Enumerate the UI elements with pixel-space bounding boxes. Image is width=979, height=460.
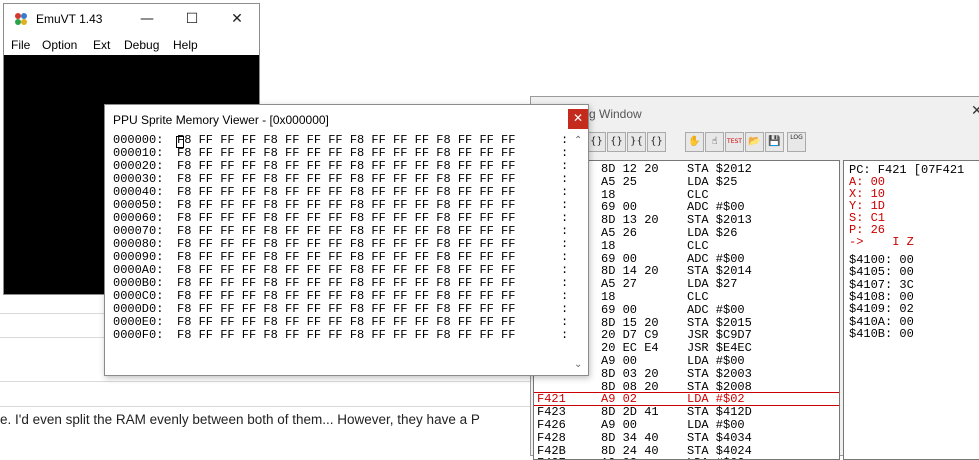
hand-stop-icon[interactable]: ✋ [685,132,704,152]
scroll-down-icon[interactable]: ⌄ [574,359,582,370]
pointer-icon[interactable]: ☝ [705,132,724,152]
ppu-scrollbar[interactable]: ⌃ ⌄ [571,135,588,375]
hex-row-hex: F8 FF FF FF F8 FF FF FF F8 FF FF FF F8 F… [177,328,516,342]
memory-watch-entry: $4108: 00 [849,289,914,304]
status-flags: -> I Z [849,235,914,249]
memory-watch-entry: $4100: 00 [849,253,914,267]
disassembly-addr: F428 [537,430,566,445]
minimize-button[interactable]: — [125,8,169,30]
disassembly-bytes: 69 00 [601,302,638,317]
hex-row-addr: 0000F0: [113,328,164,342]
memory-watch-entry: $410B: 00 [849,326,914,341]
emuvt-menu-bar: File Option Ext Debug Help [4,34,259,56]
register-panel: PC: F421 [07F421 A: 00 X: 10 Y: 1D S: C1… [843,160,979,460]
disassembly-bytes: A5 25 [601,174,638,189]
emuvt-title: EmuVT 1.43 [36,12,103,26]
memory-watch-entry: $4107: 3C [849,277,914,292]
ppu-close-button[interactable]: ✕ [568,109,588,129]
disassembly-bytes: 18 [601,238,616,253]
debug-window-title: g Window [589,107,642,121]
ppu-viewer-title: PPU Sprite Memory Viewer - [0x000000] [113,113,329,127]
step-out-button[interactable]: }{ [627,132,646,152]
disassembly-ins: STA $2003 [687,366,752,381]
emuvt-title-bar[interactable]: EmuVT 1.43 — ☐ ✕ [4,4,259,34]
menu-ext[interactable]: Ext [93,38,110,52]
edit-cursor [176,136,184,148]
maximize-button[interactable]: ☐ [170,8,214,30]
emuvt-app-icon [15,13,27,25]
step-over-button[interactable]: {} [607,132,626,152]
menu-help[interactable]: Help [173,38,198,52]
disassembly-ins: STA $4024 [687,443,752,458]
test-icon[interactable]: TEST [725,132,744,152]
memory-watch-entry: $4105: 00 [849,265,914,280]
debug-close-button[interactable]: ✕ [971,103,979,119]
menu-option[interactable]: Option [42,38,77,52]
debug-window[interactable]: g Window ✕ {} {} }{ {} ✋ ☝ TEST 📂 💾 LOG … [530,96,979,460]
open-folder-icon[interactable]: 📂 [745,132,764,152]
page-paragraph: e. I'd even split the RAM evenly between… [0,412,480,427]
disassembly-bytes: 8D 03 20 [601,366,659,381]
disassembly-ins: ADC #$00 [687,302,745,317]
disassembly-ins: STA $4034 [687,430,752,445]
log-icon[interactable]: LOG [787,132,806,152]
hex-row-ascii: : [561,328,569,342]
menu-debug[interactable]: Debug [124,38,159,52]
memory-watch-entry: $4109: 02 [849,302,914,317]
menu-file[interactable]: File [11,38,30,52]
disassembly-bytes: 8D 24 40 [601,443,659,458]
run-to-cursor-button[interactable]: {} [647,132,666,152]
scroll-up-icon[interactable]: ⌃ [574,135,582,146]
save-icon[interactable]: 💾 [765,132,784,152]
memory-watch-entry: $410A: 00 [849,314,914,329]
step-into-button[interactable]: {} [587,132,606,152]
disassembly-addr: F42B [537,443,566,458]
disassembly-ins: CLC [687,238,709,253]
close-button[interactable]: ✕ [215,8,259,30]
disassembly-ins: LDA $25 [687,174,738,189]
disassembly-bytes: 8D 34 40 [601,430,659,445]
